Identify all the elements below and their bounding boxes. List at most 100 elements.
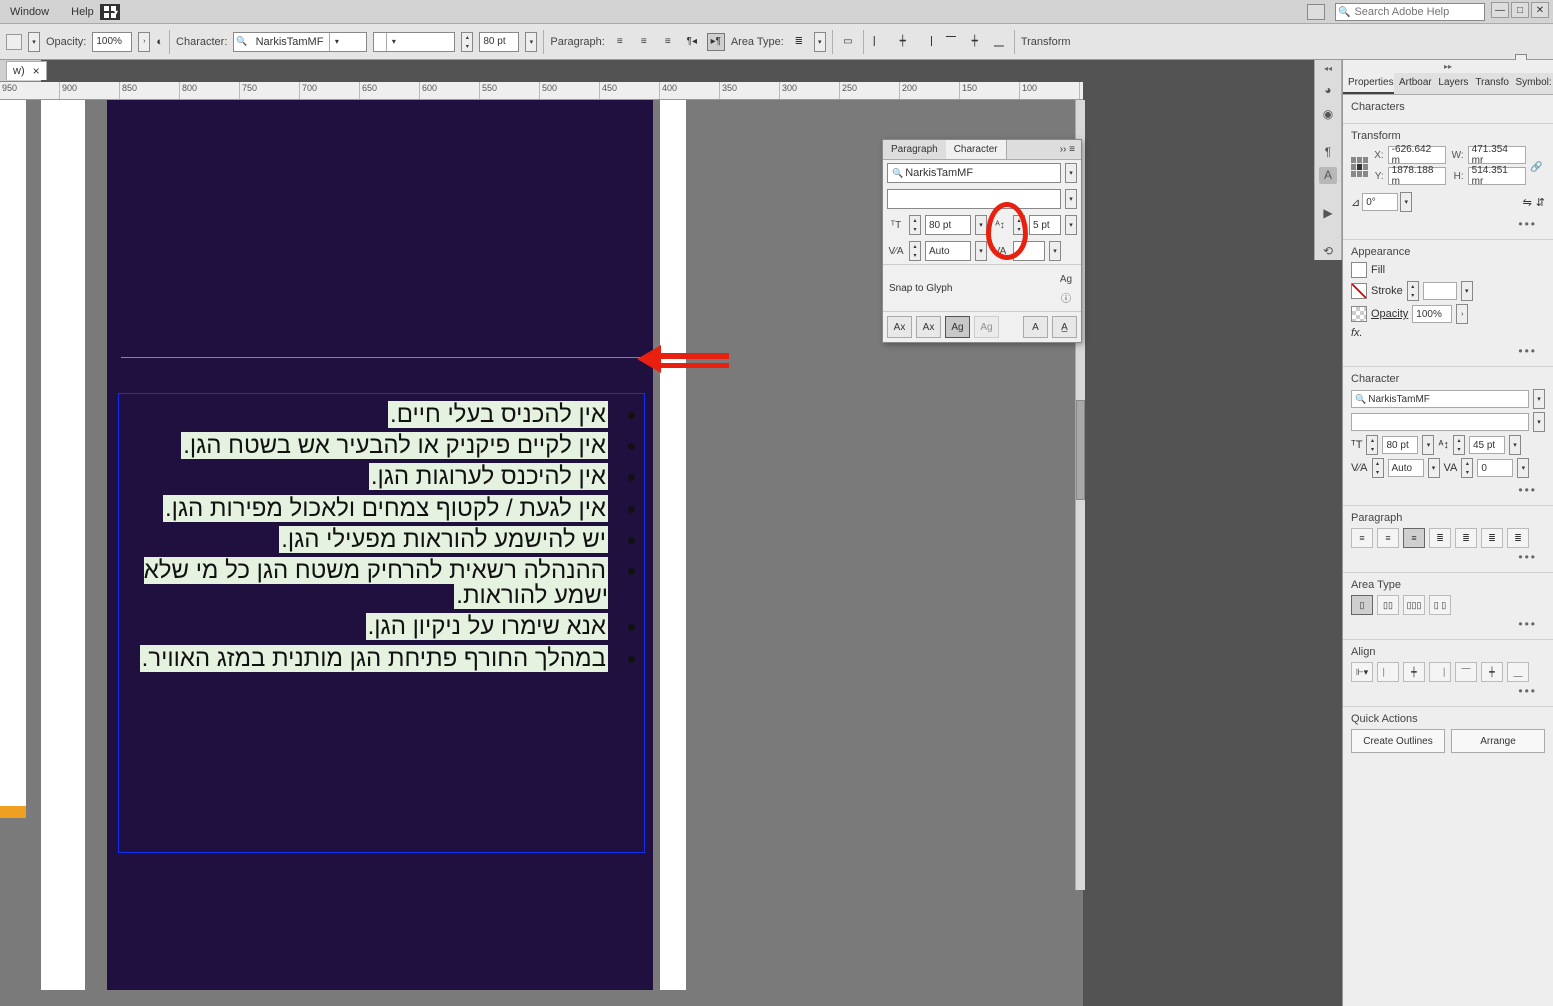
snap-proximity-icon[interactable]: Ag: [974, 316, 999, 338]
flip-vertical-icon[interactable]: ⇵: [1536, 196, 1545, 209]
stroke-swatch[interactable]: [1351, 283, 1367, 299]
column-single-icon[interactable]: ▯: [1351, 595, 1373, 615]
font-size-spinner[interactable]: ▴▾: [1366, 435, 1378, 455]
list-item[interactable]: אין לקיים פיקניק או להבעיר אש בשטח הגן.: [127, 433, 636, 458]
w-field[interactable]: 471.354 mr: [1468, 146, 1526, 164]
opacity-field[interactable]: 100%: [1412, 305, 1452, 323]
list-item[interactable]: אנא שימרו על ניקיון הגן.: [127, 614, 636, 639]
close-button[interactable]: ✕: [1531, 2, 1549, 18]
tracking-dd[interactable]: ▾: [1517, 458, 1529, 478]
stroke-weight-dd[interactable]: ▾: [1461, 281, 1473, 301]
column-triple-icon[interactable]: ▯▯▯: [1403, 595, 1425, 615]
list-item[interactable]: במהלך החורף פתיחת הגן מותנית במזג האוויר…: [127, 646, 636, 671]
list-item[interactable]: אין להכניס בעלי חיים.: [127, 402, 636, 427]
workspace-switcher[interactable]: [100, 4, 120, 20]
align-objects-left-icon[interactable]: ⎸: [870, 33, 888, 51]
v-align-middle-icon[interactable]: ┿: [1481, 662, 1503, 682]
more-options[interactable]: •••: [1351, 548, 1545, 566]
font-style-field[interactable]: [1351, 413, 1529, 431]
list-item[interactable]: יש להישמע להוראות מפעילי הגן.: [127, 527, 636, 552]
leading-field[interactable]: 45 pt: [1469, 436, 1505, 454]
tracking-spinner[interactable]: ▴▾: [1461, 458, 1473, 478]
align-left-icon[interactable]: ≡: [611, 33, 629, 51]
stroke-weight-spinner[interactable]: ▴▾: [1407, 281, 1419, 301]
leading-dd[interactable]: ▾: [1065, 215, 1077, 235]
ltr-icon[interactable]: ▸¶: [707, 33, 725, 51]
font-family-dd[interactable]: ▾: [1533, 389, 1545, 409]
document-tab[interactable]: w) ×: [6, 61, 47, 80]
font-style-field[interactable]: ▾: [373, 32, 455, 52]
more-options[interactable]: •••: [1351, 615, 1545, 633]
character-tab[interactable]: Character: [946, 140, 1007, 159]
maximize-button[interactable]: □: [1511, 2, 1529, 18]
h-align-center-icon[interactable]: ┿: [1403, 662, 1425, 682]
minimize-button[interactable]: —: [1491, 2, 1509, 18]
tab-symbols[interactable]: Symbol:: [1511, 73, 1553, 94]
h-align-left-icon[interactable]: ⎸: [1377, 662, 1399, 682]
scrollbar-thumb[interactable]: [1076, 400, 1085, 500]
v-align-top-icon[interactable]: ⎺: [1455, 662, 1477, 682]
recolor-icon[interactable]: ◐: [156, 36, 163, 48]
transform-label[interactable]: Transform: [1021, 36, 1071, 48]
more-options[interactable]: •••: [1351, 682, 1545, 700]
v-align-bottom-icon[interactable]: ⎽: [1507, 662, 1529, 682]
tracking-dd[interactable]: ▾: [1049, 241, 1061, 261]
leading-spinner[interactable]: ▴▾: [1453, 435, 1465, 455]
kerning-field[interactable]: Auto: [1388, 459, 1424, 477]
justify-right-icon[interactable]: ≣: [1481, 528, 1503, 548]
help-search-input[interactable]: [1352, 6, 1482, 18]
justify-center-icon[interactable]: ≣: [1455, 528, 1477, 548]
opacity-field[interactable]: 100%: [92, 32, 132, 52]
actions-play-icon[interactable]: ▶: [1319, 204, 1337, 222]
leading-field[interactable]: 5 pt: [1029, 215, 1061, 235]
font-family-field[interactable]: 🔍 NarkisTamMF: [1351, 390, 1529, 408]
fill-swatch[interactable]: [1351, 262, 1367, 278]
fx-label[interactable]: fx.: [1351, 327, 1363, 339]
character-panel[interactable]: Paragraph Character ›› ≡ 🔍 NarkisTamMF ▾…: [882, 139, 1082, 343]
more-options[interactable]: •••: [1351, 481, 1545, 499]
leading-dd[interactable]: ▾: [1509, 435, 1521, 455]
color-icon[interactable]: ◕: [1319, 81, 1337, 99]
align-center-icon[interactable]: ≡: [1377, 528, 1399, 548]
snap-xheight-icon[interactable]: Ax: [916, 316, 941, 338]
rtl-icon[interactable]: ¶◂: [683, 33, 701, 51]
align-right-icon[interactable]: ≡: [659, 33, 677, 51]
font-style-field[interactable]: [887, 189, 1061, 209]
tab-artboards[interactable]: Artboar: [1394, 73, 1433, 94]
h-align-right-icon[interactable]: ⎹: [1429, 662, 1451, 682]
list-item[interactable]: אין להיכנס לערוגות הגן.: [127, 464, 636, 489]
align-left-icon[interactable]: ≡: [1351, 528, 1373, 548]
snap-glyph-bounds-icon[interactable]: Ag: [945, 316, 970, 338]
tracking-field[interactable]: 0: [1477, 459, 1513, 477]
menu-help[interactable]: Help: [65, 3, 100, 21]
x-field[interactable]: -626.642 m: [1388, 146, 1446, 164]
expand-icon[interactable]: ◂◂: [1324, 64, 1332, 75]
character-icon[interactable]: A: [1319, 167, 1337, 185]
font-family-field[interactable]: 🔍 NarkisTamMF: [887, 163, 1061, 183]
collapse-icon[interactable]: ▸▸: [1343, 60, 1553, 73]
list-item[interactable]: ההנהלה רשאית להרחיק משטח הגן כל מי שלא י…: [127, 558, 636, 608]
align-objects-hcenter-icon[interactable]: ┿: [894, 33, 912, 51]
tab-transform[interactable]: Transfo: [1470, 73, 1510, 94]
tab-properties[interactable]: Properties: [1343, 73, 1394, 94]
flip-horizontal-icon[interactable]: ⇋: [1523, 196, 1532, 209]
stroke-weight-field[interactable]: [1423, 282, 1457, 300]
paragraph-icon[interactable]: ¶: [1319, 143, 1337, 161]
font-size-dd[interactable]: ▾: [1422, 435, 1434, 455]
opacity-dd[interactable]: ›: [1456, 304, 1468, 324]
help-search[interactable]: 🔍: [1335, 3, 1485, 21]
swatch-dd[interactable]: ▾: [28, 32, 40, 52]
kerning-field[interactable]: Auto: [925, 241, 971, 261]
create-outlines-button[interactable]: Create Outlines: [1351, 729, 1445, 753]
paragraph-tab[interactable]: Paragraph: [883, 140, 946, 159]
info-icon[interactable]: ⓘ: [1057, 288, 1075, 306]
font-family-dd[interactable]: ▾: [1065, 163, 1077, 183]
snap-baseline-icon[interactable]: Ax: [887, 316, 912, 338]
menu-window[interactable]: Window: [4, 3, 55, 21]
arrange-documents-button[interactable]: [1307, 4, 1325, 20]
kerning-dd[interactable]: ▾: [1428, 458, 1440, 478]
area-type-option-icon[interactable]: ≣: [790, 33, 808, 51]
horizontal-ruler[interactable]: 9509008508007507006506005505004504003503…: [0, 82, 1083, 100]
align-right-icon[interactable]: ≡: [1403, 528, 1425, 548]
column-double-icon[interactable]: ▯▯: [1377, 595, 1399, 615]
